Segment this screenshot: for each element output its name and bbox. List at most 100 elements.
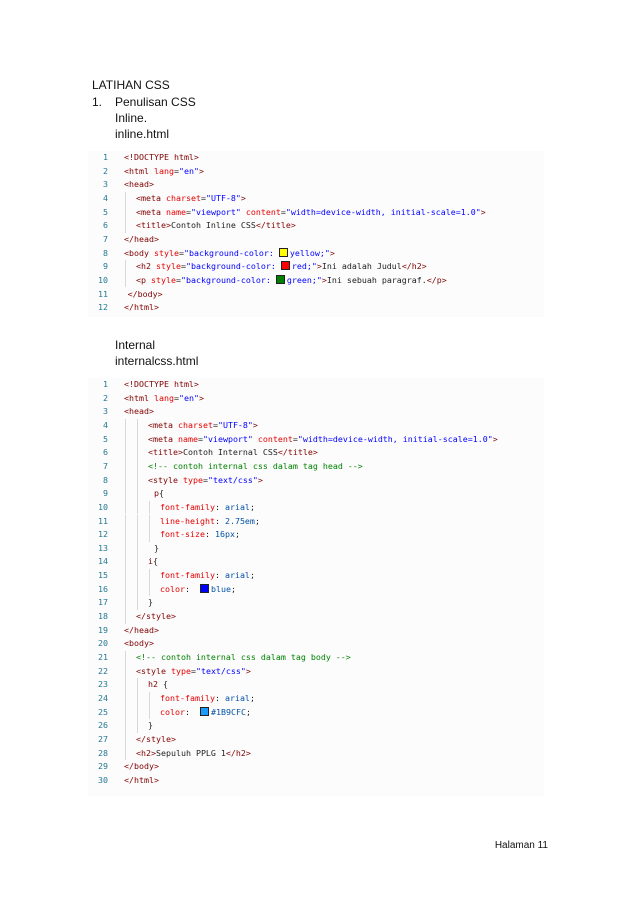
code-token: </body> bbox=[124, 761, 159, 772]
code-token: lang bbox=[153, 165, 174, 176]
code-token: name bbox=[165, 206, 186, 217]
code-token: color bbox=[160, 583, 185, 594]
code-token: Contoh Inline CSS bbox=[170, 220, 256, 231]
indent-guide bbox=[125, 273, 126, 288]
line-number: 5 bbox=[103, 433, 108, 444]
code-token: <!-- contoh internal css dalam tag body … bbox=[136, 652, 351, 662]
code-token: </h2> bbox=[401, 261, 427, 272]
code-text: font-size: 16px; bbox=[160, 528, 240, 542]
indent-guide bbox=[125, 432, 126, 447]
code-line: 1 <!DOCTYPE html> bbox=[88, 378, 544, 392]
code-line: 16 color: blue; bbox=[88, 582, 544, 597]
code-text: <body style="background-color: yellow;"> bbox=[124, 247, 335, 261]
code-line: 10 <p style="background-color: green;">In… bbox=[88, 273, 544, 288]
code-text: <title>Contoh Internal CSS</title> bbox=[148, 446, 318, 460]
code-token: font-family bbox=[160, 501, 215, 512]
code-text: <!DOCTYPE html> bbox=[124, 378, 199, 392]
code-token: charset bbox=[177, 419, 213, 430]
code-token: yellow;" bbox=[289, 247, 330, 258]
color-swatch-icon bbox=[280, 261, 290, 271]
code-token: </style> bbox=[136, 733, 176, 744]
code-text: <meta charset="UTF-8"> bbox=[136, 192, 246, 206]
code-text: <title>Contoh Inline CSS</title> bbox=[136, 219, 296, 233]
indent-guide bbox=[125, 610, 126, 624]
code-line: 6 <title>Contoh Internal CSS</title> bbox=[88, 446, 544, 460]
indent-guide bbox=[125, 569, 126, 583]
code-text: <meta name="viewport" content="width=dev… bbox=[148, 433, 498, 447]
indent-guide bbox=[125, 260, 126, 274]
indent-guide bbox=[137, 418, 138, 433]
code-text: <body> bbox=[124, 637, 154, 651]
code-text: color: blue; bbox=[160, 583, 236, 597]
color-swatch-icon bbox=[278, 247, 288, 257]
code-line: 1 <!DOCTYPE html> bbox=[88, 151, 544, 165]
indent-guide bbox=[149, 705, 150, 720]
line-number: 19 bbox=[98, 624, 108, 635]
code-token: charset bbox=[165, 192, 201, 203]
line-number: 5 bbox=[103, 206, 108, 217]
indent-guide bbox=[125, 487, 126, 501]
indent-guide bbox=[137, 432, 138, 447]
code-token: arial bbox=[224, 692, 250, 703]
code-text: </head> bbox=[124, 233, 159, 247]
indent-guide bbox=[149, 514, 150, 529]
code-token: <title> bbox=[148, 447, 183, 458]
code-token: "background-color: bbox=[185, 261, 281, 272]
code-line: 7 <!-- contoh internal css dalam tag head… bbox=[88, 459, 544, 474]
line-number: 20 bbox=[98, 638, 108, 649]
code-line: 29 </body> bbox=[88, 760, 544, 774]
indent-guide bbox=[125, 582, 126, 597]
code-line: 12 font-size: 16px; bbox=[88, 528, 544, 542]
code-token: </title> bbox=[277, 447, 318, 458]
code-line: 2 <html lang="en"> bbox=[88, 392, 544, 406]
line-number: 11 bbox=[98, 515, 108, 526]
line-number: 9 bbox=[103, 261, 108, 272]
code-text: <style type="text/css"> bbox=[148, 474, 263, 488]
code-line: 3 <head> bbox=[88, 178, 544, 192]
code-token: > bbox=[329, 247, 335, 258]
code-text: <style type="text/css"> bbox=[136, 665, 251, 679]
code-token: "width=device-width, initial-scale=1.0" bbox=[285, 206, 481, 217]
inline-filename: inline.html bbox=[115, 127, 170, 141]
code-token: type bbox=[170, 665, 191, 676]
code-token: </head> bbox=[124, 233, 159, 244]
code-line: 23 h2 { bbox=[88, 678, 544, 692]
code-text: </style> bbox=[136, 733, 176, 747]
code-text: p{ bbox=[154, 487, 164, 501]
line-number: 4 bbox=[103, 419, 108, 430]
indent-guide bbox=[137, 541, 138, 556]
code-line: 19 </head> bbox=[88, 624, 544, 638]
code-token: : bbox=[184, 706, 200, 717]
indent-guide bbox=[125, 418, 126, 433]
line-number: 3 bbox=[103, 179, 108, 190]
line-number: 16 bbox=[98, 583, 108, 594]
code-token: > bbox=[245, 665, 251, 676]
code-token: ; bbox=[234, 529, 240, 540]
section-title: Penulisan CSS bbox=[115, 95, 196, 109]
code-line: 2 <html lang="en"> bbox=[88, 165, 544, 179]
code-text: font-family: arial; bbox=[160, 692, 255, 706]
code-token: 2.75em bbox=[224, 515, 255, 526]
line-number: 11 bbox=[98, 288, 108, 299]
code-line: 24 font-family: arial; bbox=[88, 691, 544, 706]
code-text: line-height: 2.75em; bbox=[160, 515, 260, 529]
code-token: } bbox=[154, 542, 159, 553]
indent-guide bbox=[125, 732, 126, 747]
indent-guide bbox=[125, 205, 126, 220]
line-number: 14 bbox=[98, 556, 108, 567]
code-token: ; bbox=[249, 692, 255, 703]
code-token: <style bbox=[136, 665, 171, 676]
internal-code-block: 1 <!DOCTYPE html> 2 <html lang="en"> 3 <head>… bbox=[88, 378, 544, 796]
code-token: : bbox=[214, 692, 225, 703]
internal-label: Internal bbox=[115, 338, 156, 352]
line-number: 28 bbox=[98, 747, 108, 758]
code-token: ; bbox=[249, 501, 255, 512]
code-token: : bbox=[214, 515, 225, 526]
line-number: 7 bbox=[103, 233, 108, 244]
indent-guide bbox=[125, 664, 126, 679]
code-token: <html bbox=[124, 165, 154, 176]
indent-guide bbox=[125, 459, 126, 474]
line-number: 2 bbox=[103, 392, 108, 403]
code-token: <!DOCTYPE html> bbox=[124, 152, 199, 162]
document-heading: LATIHAN CSS bbox=[92, 78, 170, 92]
